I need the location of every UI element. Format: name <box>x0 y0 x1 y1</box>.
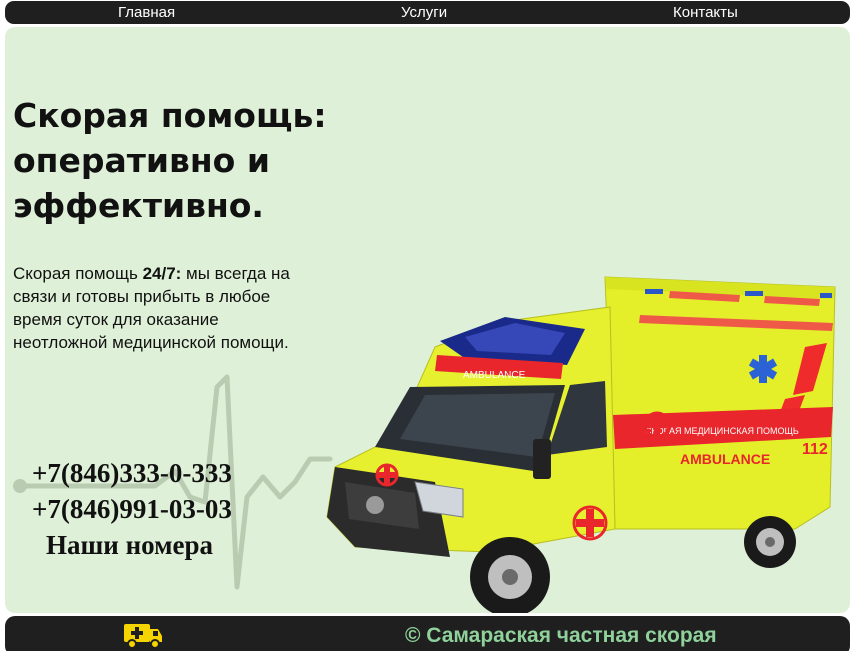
phone-numbers: +7(846)333-0-333 +7(846)991-03-03 Наши н… <box>32 455 272 563</box>
nav-link-services[interactable]: Услуги <box>401 5 447 21</box>
hero-headline: Скорая помощь: оперативно и эффективно. <box>13 93 393 228</box>
red-cross-emblem-front <box>375 463 399 487</box>
van-hood-text: AMBULANCE <box>463 370 526 381</box>
headline-line-3: эффективно. <box>13 186 264 225</box>
hero-description: Скорая помощь 24/7: мы всегда на связи и… <box>13 262 313 354</box>
headline-line-2: оперативно и <box>13 141 270 180</box>
red-cross-emblem-side <box>643 411 671 439</box>
phone-number-2[interactable]: +7(846)991-03-03 <box>32 491 272 527</box>
footer-copyright: © Самараская частная скорая <box>405 624 717 647</box>
top-navigation: Главная Услуги Контакты <box>5 1 850 24</box>
red-cross-emblem-door <box>572 505 608 541</box>
van-side-number: 112 <box>802 441 828 458</box>
ambulance-icon <box>124 624 162 649</box>
footer-bar: © Самараская частная скорая <box>5 616 850 651</box>
phones-caption: Наши номера <box>46 530 214 560</box>
ambulance-van-image: СКОРАЯ МЕДИЦИНСКАЯ ПОМОЩЬ AMBULANCE 112 … <box>326 276 836 613</box>
lead-emphasis: 24/7: <box>142 264 182 283</box>
headline-line-1: Скорая помощь: <box>13 96 327 135</box>
hero-section: Скорая помощь: оперативно и эффективно. … <box>5 27 850 613</box>
van-side-brand: AMBULANCE <box>680 451 770 467</box>
phone-number-1[interactable]: +7(846)333-0-333 <box>32 455 272 491</box>
nav-link-contacts[interactable]: Контакты <box>673 5 738 21</box>
lead-prefix: Скорая помощь <box>13 264 143 283</box>
nav-link-home[interactable]: Главная <box>118 5 175 21</box>
